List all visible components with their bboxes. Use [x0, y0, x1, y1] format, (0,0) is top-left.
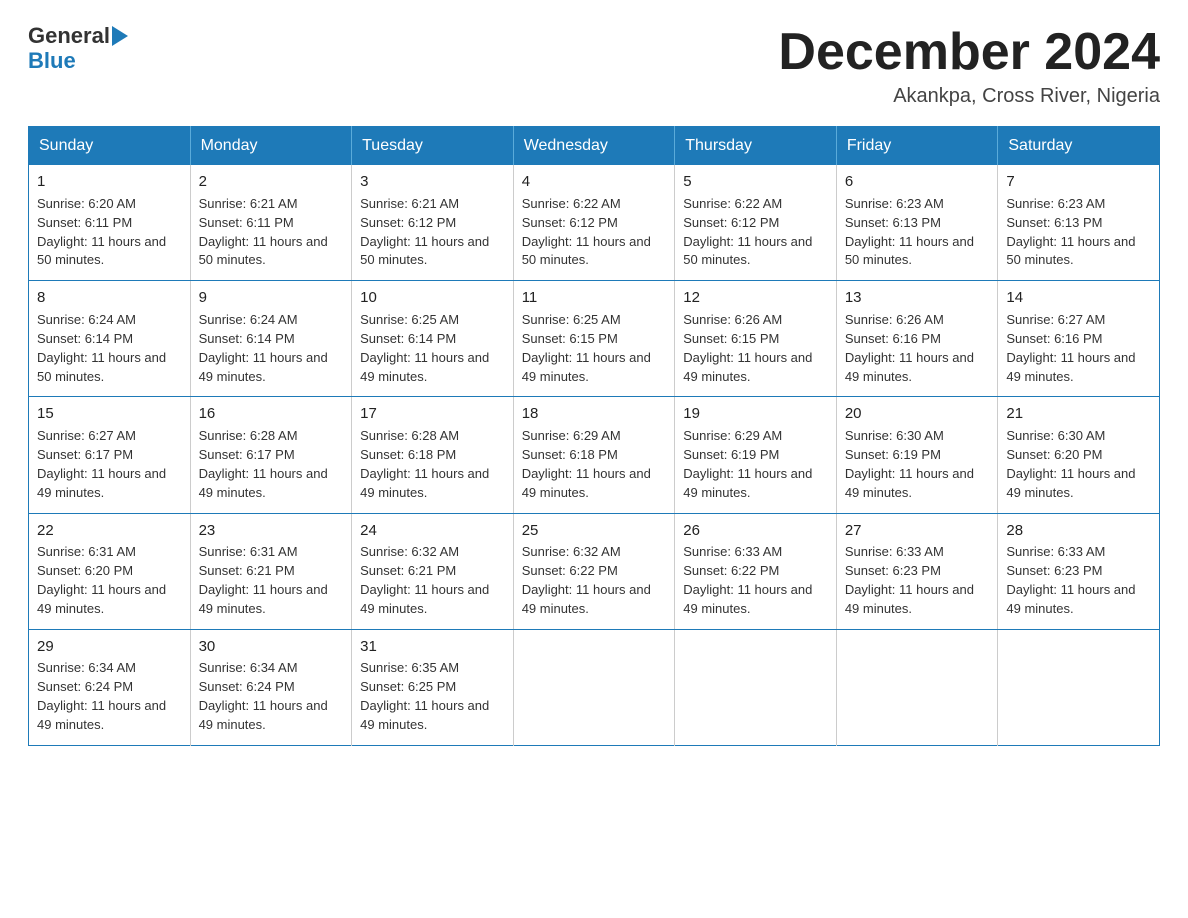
calendar-header-row: SundayMondayTuesdayWednesdayThursdayFrid… [29, 127, 1160, 166]
day-number: 29 [37, 636, 182, 658]
calendar-cell: 30Sunrise: 6:34 AMSunset: 6:24 PMDayligh… [190, 629, 352, 745]
calendar-cell: 7Sunrise: 6:23 AMSunset: 6:13 PMDaylight… [998, 165, 1160, 281]
calendar-header-monday: Monday [190, 127, 352, 166]
day-number: 5 [683, 171, 828, 193]
calendar-cell: 12Sunrise: 6:26 AMSunset: 6:15 PMDayligh… [675, 281, 837, 397]
day-number: 3 [360, 171, 505, 193]
day-number: 23 [199, 520, 344, 542]
day-number: 24 [360, 520, 505, 542]
title-block: December 2024 Akankpa, Cross River, Nige… [778, 24, 1160, 108]
day-number: 25 [522, 520, 667, 542]
logo-blue-text: Blue [28, 48, 76, 74]
calendar-header-thursday: Thursday [675, 127, 837, 166]
day-number: 20 [845, 403, 990, 425]
calendar-cell: 19Sunrise: 6:29 AMSunset: 6:19 PMDayligh… [675, 397, 837, 513]
day-number: 2 [199, 171, 344, 193]
calendar-cell: 25Sunrise: 6:32 AMSunset: 6:22 PMDayligh… [513, 513, 675, 629]
calendar-header-tuesday: Tuesday [352, 127, 514, 166]
day-number: 7 [1006, 171, 1151, 193]
day-number: 1 [37, 171, 182, 193]
calendar-week-row: 15Sunrise: 6:27 AMSunset: 6:17 PMDayligh… [29, 397, 1160, 513]
calendar-cell: 27Sunrise: 6:33 AMSunset: 6:23 PMDayligh… [836, 513, 998, 629]
calendar-cell: 26Sunrise: 6:33 AMSunset: 6:22 PMDayligh… [675, 513, 837, 629]
calendar-cell: 13Sunrise: 6:26 AMSunset: 6:16 PMDayligh… [836, 281, 998, 397]
day-number: 10 [360, 287, 505, 309]
page-header: General Blue December 2024 Akankpa, Cros… [28, 24, 1160, 108]
day-number: 13 [845, 287, 990, 309]
calendar-cell: 14Sunrise: 6:27 AMSunset: 6:16 PMDayligh… [998, 281, 1160, 397]
calendar-cell: 5Sunrise: 6:22 AMSunset: 6:12 PMDaylight… [675, 165, 837, 281]
calendar-cell: 2Sunrise: 6:21 AMSunset: 6:11 PMDaylight… [190, 165, 352, 281]
calendar-cell [513, 629, 675, 745]
month-title: December 2024 [778, 24, 1160, 81]
calendar-cell: 15Sunrise: 6:27 AMSunset: 6:17 PMDayligh… [29, 397, 191, 513]
calendar-header-sunday: Sunday [29, 127, 191, 166]
calendar-header-wednesday: Wednesday [513, 127, 675, 166]
day-number: 17 [360, 403, 505, 425]
calendar-cell: 4Sunrise: 6:22 AMSunset: 6:12 PMDaylight… [513, 165, 675, 281]
calendar-week-row: 1Sunrise: 6:20 AMSunset: 6:11 PMDaylight… [29, 165, 1160, 281]
day-number: 14 [1006, 287, 1151, 309]
day-number: 22 [37, 520, 182, 542]
day-number: 6 [845, 171, 990, 193]
calendar-table: SundayMondayTuesdayWednesdayThursdayFrid… [28, 126, 1160, 746]
calendar-cell: 31Sunrise: 6:35 AMSunset: 6:25 PMDayligh… [352, 629, 514, 745]
day-number: 8 [37, 287, 182, 309]
day-number: 9 [199, 287, 344, 309]
calendar-cell: 11Sunrise: 6:25 AMSunset: 6:15 PMDayligh… [513, 281, 675, 397]
day-number: 31 [360, 636, 505, 658]
calendar-cell: 3Sunrise: 6:21 AMSunset: 6:12 PMDaylight… [352, 165, 514, 281]
day-number: 11 [522, 287, 667, 309]
day-number: 18 [522, 403, 667, 425]
calendar-cell: 22Sunrise: 6:31 AMSunset: 6:20 PMDayligh… [29, 513, 191, 629]
logo: General Blue [28, 24, 130, 74]
day-number: 12 [683, 287, 828, 309]
day-number: 15 [37, 403, 182, 425]
calendar-cell: 16Sunrise: 6:28 AMSunset: 6:17 PMDayligh… [190, 397, 352, 513]
calendar-cell [675, 629, 837, 745]
calendar-cell: 29Sunrise: 6:34 AMSunset: 6:24 PMDayligh… [29, 629, 191, 745]
calendar-cell: 8Sunrise: 6:24 AMSunset: 6:14 PMDaylight… [29, 281, 191, 397]
calendar-cell: 9Sunrise: 6:24 AMSunset: 6:14 PMDaylight… [190, 281, 352, 397]
day-number: 21 [1006, 403, 1151, 425]
calendar-cell: 17Sunrise: 6:28 AMSunset: 6:18 PMDayligh… [352, 397, 514, 513]
logo-general-text: General [28, 24, 110, 48]
calendar-cell: 1Sunrise: 6:20 AMSunset: 6:11 PMDaylight… [29, 165, 191, 281]
calendar-cell: 6Sunrise: 6:23 AMSunset: 6:13 PMDaylight… [836, 165, 998, 281]
day-number: 16 [199, 403, 344, 425]
day-number: 28 [1006, 520, 1151, 542]
calendar-cell: 23Sunrise: 6:31 AMSunset: 6:21 PMDayligh… [190, 513, 352, 629]
day-number: 4 [522, 171, 667, 193]
day-number: 30 [199, 636, 344, 658]
calendar-cell: 20Sunrise: 6:30 AMSunset: 6:19 PMDayligh… [836, 397, 998, 513]
calendar-cell: 10Sunrise: 6:25 AMSunset: 6:14 PMDayligh… [352, 281, 514, 397]
calendar-cell: 18Sunrise: 6:29 AMSunset: 6:18 PMDayligh… [513, 397, 675, 513]
day-number: 26 [683, 520, 828, 542]
calendar-week-row: 8Sunrise: 6:24 AMSunset: 6:14 PMDaylight… [29, 281, 1160, 397]
calendar-cell: 21Sunrise: 6:30 AMSunset: 6:20 PMDayligh… [998, 397, 1160, 513]
calendar-cell [836, 629, 998, 745]
calendar-week-row: 29Sunrise: 6:34 AMSunset: 6:24 PMDayligh… [29, 629, 1160, 745]
day-number: 27 [845, 520, 990, 542]
calendar-header-friday: Friday [836, 127, 998, 166]
day-number: 19 [683, 403, 828, 425]
calendar-week-row: 22Sunrise: 6:31 AMSunset: 6:20 PMDayligh… [29, 513, 1160, 629]
logo-arrow-icon [112, 26, 128, 46]
calendar-cell: 24Sunrise: 6:32 AMSunset: 6:21 PMDayligh… [352, 513, 514, 629]
location-text: Akankpa, Cross River, Nigeria [778, 85, 1160, 108]
calendar-header-saturday: Saturday [998, 127, 1160, 166]
calendar-cell: 28Sunrise: 6:33 AMSunset: 6:23 PMDayligh… [998, 513, 1160, 629]
calendar-cell [998, 629, 1160, 745]
